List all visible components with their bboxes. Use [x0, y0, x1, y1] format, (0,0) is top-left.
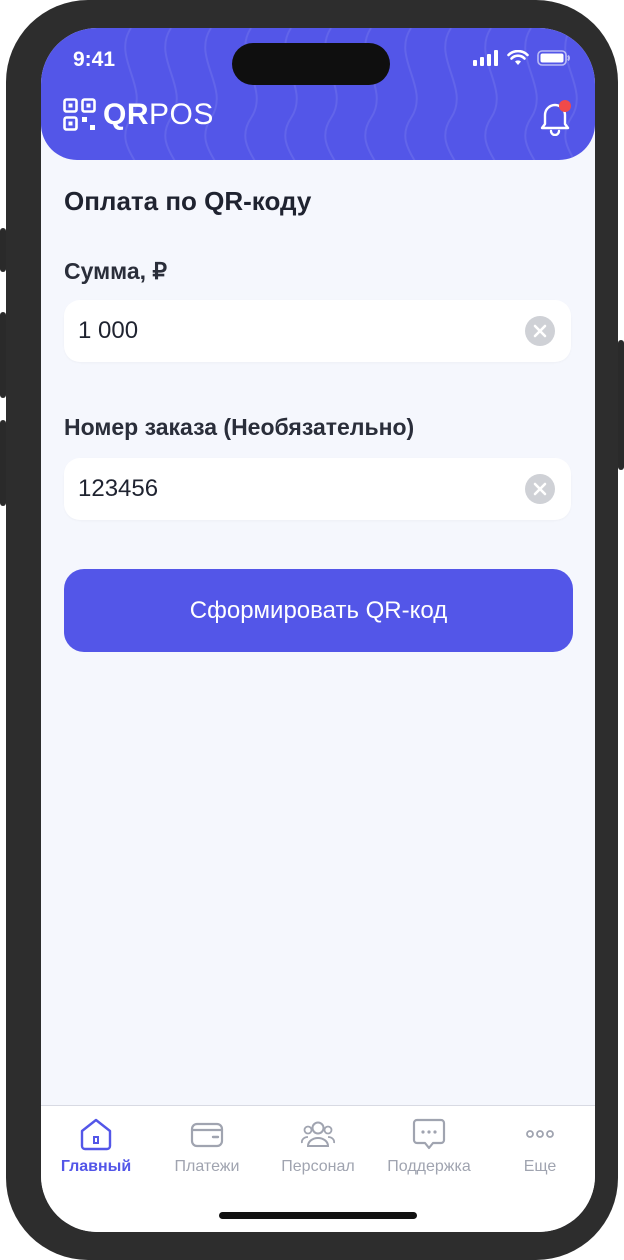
amount-label: Сумма, ₽: [64, 258, 168, 284]
qrpos-logo: QRPOS: [63, 98, 214, 132]
dynamic-island: [232, 43, 390, 85]
amount-value[interactable]: 1 000: [78, 317, 138, 345]
page-title: Оплата по QR-коду: [64, 186, 312, 216]
tab-payments[interactable]: Платежи: [152, 1116, 262, 1176]
order-label: Номер заказа (Необязательно): [64, 414, 415, 440]
amount-field[interactable]: 1 000: [64, 300, 571, 362]
notifications-button[interactable]: [537, 98, 573, 141]
status-icons: [473, 50, 571, 66]
logo-text-bold: QR: [103, 98, 149, 131]
clear-amount-icon[interactable]: [525, 316, 555, 346]
order-number-value[interactable]: 123456: [78, 475, 158, 503]
screen: 9:41 QRPOS Оплата по QR-коду Сумма, ₽ 1 …: [41, 28, 595, 1232]
tab-more[interactable]: Еще: [485, 1116, 595, 1176]
bell-icon: [540, 100, 571, 137]
wifi-icon: [507, 50, 529, 65]
notification-dot: [559, 100, 571, 112]
clear-order-icon[interactable]: [525, 474, 555, 504]
tab-label: Платежи: [174, 1158, 240, 1175]
tab-label: Главный: [60, 1158, 132, 1175]
tab-support[interactable]: Поддержка: [374, 1116, 484, 1176]
status-time: 9:41: [73, 48, 116, 71]
wallet-icon: [190, 1122, 224, 1148]
logo-text-light: POS: [149, 98, 214, 131]
home-indicator: [219, 1212, 417, 1219]
app-header: 9:41 QRPOS: [41, 28, 595, 160]
signal-icon: [473, 50, 498, 66]
tab-staff[interactable]: Персонал: [263, 1116, 373, 1176]
tab-home[interactable]: Главный: [41, 1116, 151, 1176]
order-number-field[interactable]: 123456: [64, 458, 571, 520]
generate-qr-button[interactable]: Сформировать QR-код: [64, 569, 573, 652]
tab-label: Персонал: [281, 1158, 355, 1175]
phone-frame: 9:41 QRPOS Оплата по QR-коду Сумма, ₽ 1 …: [0, 0, 624, 1260]
volume-down-button: [0, 420, 6, 506]
tab-label: Поддержка: [387, 1158, 471, 1175]
qr-logo-icon: [63, 98, 96, 131]
power-button: [618, 340, 624, 470]
tab-label: Еще: [523, 1158, 557, 1175]
people-icon: [301, 1121, 335, 1147]
battery-icon: [537, 50, 570, 66]
mute-switch: [0, 228, 6, 272]
home-icon: [80, 1118, 112, 1151]
volume-up-button: [0, 312, 6, 398]
more-icon: [526, 1130, 554, 1138]
chat-icon: [412, 1118, 446, 1150]
